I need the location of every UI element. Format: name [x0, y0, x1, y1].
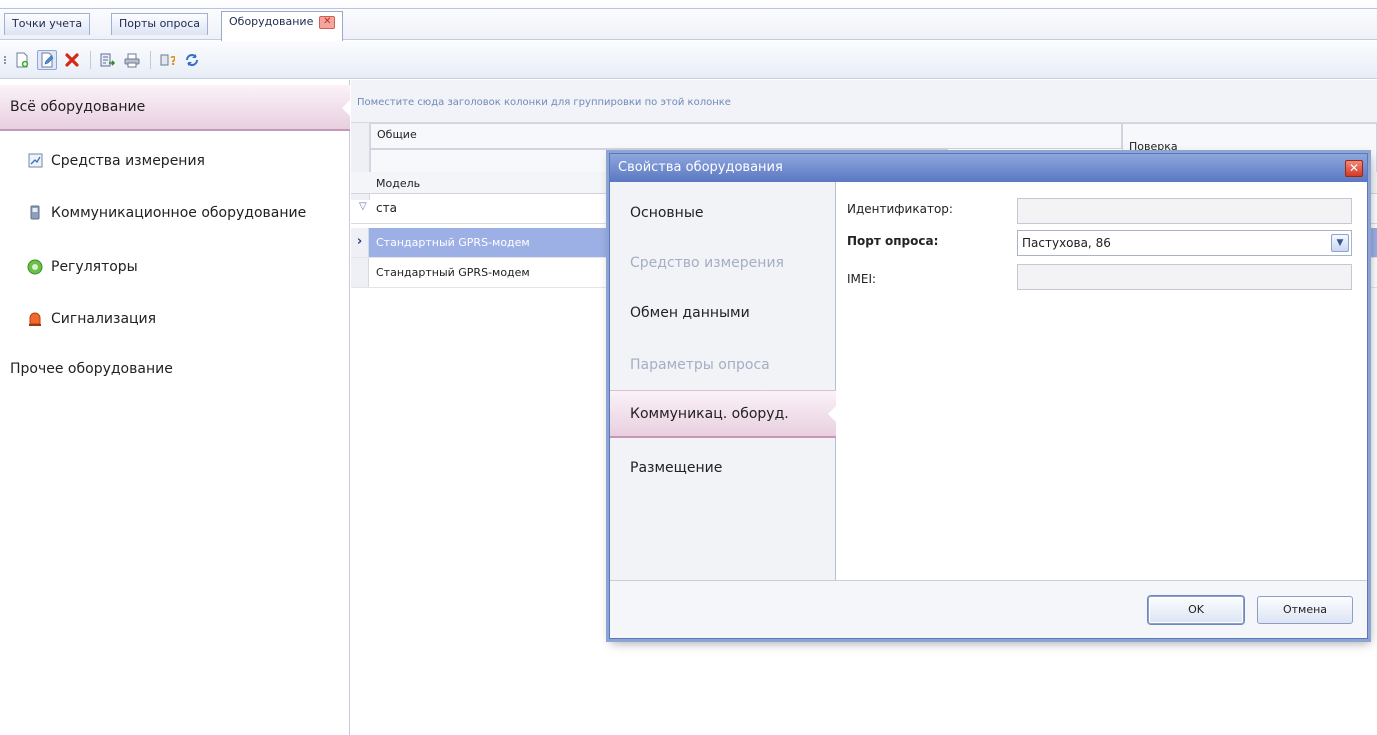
current-row-icon: ›: [351, 228, 369, 257]
dialog-nav-polling-parameters: Параметры опроса: [610, 341, 836, 389]
regulator-icon: [27, 259, 43, 275]
dialog-nav-label: Размещение: [630, 460, 723, 476]
export-icon[interactable]: [97, 50, 117, 70]
communication-device-icon: [27, 205, 43, 221]
tab-label: Оборудование: [229, 15, 314, 28]
filter-icon: ▽: [359, 201, 367, 212]
identifier-label: Идентификатор:: [847, 202, 953, 216]
nav-item-label: Сигнализация: [51, 311, 157, 327]
port-value: Пастухова, 86: [1022, 236, 1111, 250]
imei-field[interactable]: [1017, 264, 1352, 290]
equipment-category-nav: Всё оборудование Средства измерения Комм…: [0, 80, 351, 735]
nav-item-all-equipment[interactable]: Всё оборудование: [0, 85, 351, 131]
ok-button[interactable]: OK: [1148, 596, 1244, 624]
nav-item-communication[interactable]: Коммуникационное оборудование: [0, 190, 350, 236]
nav-item-regulators[interactable]: Регуляторы: [0, 244, 350, 290]
nav-item-other[interactable]: Прочее оборудование: [0, 346, 350, 392]
dialog-section-nav: Основные Средство измерения Обмен данным…: [610, 182, 837, 580]
refresh-icon[interactable]: [182, 50, 202, 70]
nav-item-measuring[interactable]: Средства измерения: [0, 138, 350, 184]
cancel-button[interactable]: Отмена: [1257, 596, 1353, 624]
imei-label: IMEI:: [847, 272, 877, 286]
selection-arrow: [828, 405, 837, 423]
dialog-nav-general[interactable]: Основные: [610, 189, 836, 237]
tab-equipment[interactable]: Оборудование ✕: [221, 11, 344, 41]
print-icon[interactable]: [122, 50, 142, 70]
dialog-nav-label: Коммуникац. оборуд.: [630, 405, 789, 422]
group-by-panel[interactable]: Поместите сюда заголовок колонки для гру…: [351, 80, 1377, 123]
dialog-nav-measuring-device: Средство измерения: [610, 239, 836, 287]
delete-icon[interactable]: [62, 50, 82, 70]
equipment-properties-dialog: Свойства оборудования ✕ Основные Средств…: [609, 153, 1368, 639]
chevron-down-icon[interactable]: ▼: [1331, 234, 1349, 252]
tab-label: Точки учета: [12, 17, 83, 30]
band-header-general[interactable]: Общие: [370, 123, 1122, 149]
dialog-nav-label: Обмен данными: [630, 305, 750, 321]
tab-ports[interactable]: Порты опроса: [111, 13, 208, 35]
filter-value: ста: [376, 201, 397, 215]
model-cell: Стандартный GPRS-модем: [376, 236, 530, 249]
nav-item-alarm[interactable]: Сигнализация: [0, 296, 350, 342]
nav-item-label: Регуляторы: [51, 259, 138, 275]
dialog-nav-label: Параметры опроса: [630, 357, 770, 373]
identifier-field[interactable]: [1017, 198, 1352, 224]
toolbar-separator: [150, 51, 151, 69]
group-panel-hint: Поместите сюда заголовок колонки для гру…: [357, 97, 731, 108]
dialog-content: Идентификатор: Порт опроса: Пастухова, 8…: [837, 182, 1367, 580]
dialog-nav-label: Основные: [630, 205, 704, 221]
dialog-nav-placement[interactable]: Размещение: [610, 444, 836, 492]
edit-icon[interactable]: [37, 50, 57, 70]
tab-label: Порты опроса: [119, 17, 200, 30]
column-header-label: Модель: [376, 177, 421, 190]
measuring-device-icon: [27, 153, 43, 169]
nav-item-label: Всё оборудование: [10, 99, 146, 115]
tab-strip-line: [0, 8, 1377, 9]
nav-item-label: Коммуникационное оборудование: [51, 205, 307, 221]
toolbar-grip[interactable]: [4, 56, 7, 64]
dialog-nav-label: Средство измерения: [630, 255, 784, 271]
svg-text:?: ?: [170, 54, 175, 68]
toolbar-separator: [90, 51, 91, 69]
dialog-titlebar[interactable]: Свойства оборудования ✕: [610, 154, 1367, 182]
selection-arrow: [342, 99, 351, 117]
port-label: Порт опроса:: [847, 234, 939, 248]
tab-points[interactable]: Точки учета: [4, 13, 91, 35]
toolbar: ?: [0, 41, 1377, 79]
dialog-nav-communication-equipment[interactable]: Коммуникац. оборуд.: [610, 390, 837, 438]
dialog-nav-data-exchange[interactable]: Обмен данными: [610, 289, 836, 337]
help-icon[interactable]: ?: [157, 50, 177, 70]
nav-item-label: Средства измерения: [51, 153, 205, 169]
band-header-label: Поверка: [1129, 140, 1178, 153]
dialog-title: Свойства оборудования: [618, 160, 783, 175]
band-header-label: Общие: [377, 128, 417, 141]
model-cell: Стандартный GPRS-модем: [376, 266, 530, 279]
tab-strip: Точки учета Порты опроса Оборудование ✕: [0, 0, 1377, 41]
close-icon[interactable]: ✕: [1345, 160, 1363, 177]
dialog-footer: OK Отмена: [610, 580, 1367, 638]
port-select[interactable]: Пастухова, 86 ▼: [1017, 230, 1352, 256]
nav-item-label: Прочее оборудование: [10, 361, 173, 377]
row-indicator: [351, 258, 369, 287]
alarm-icon: [27, 311, 43, 327]
new-document-icon[interactable]: [12, 50, 32, 70]
close-icon[interactable]: ✕: [319, 15, 336, 29]
